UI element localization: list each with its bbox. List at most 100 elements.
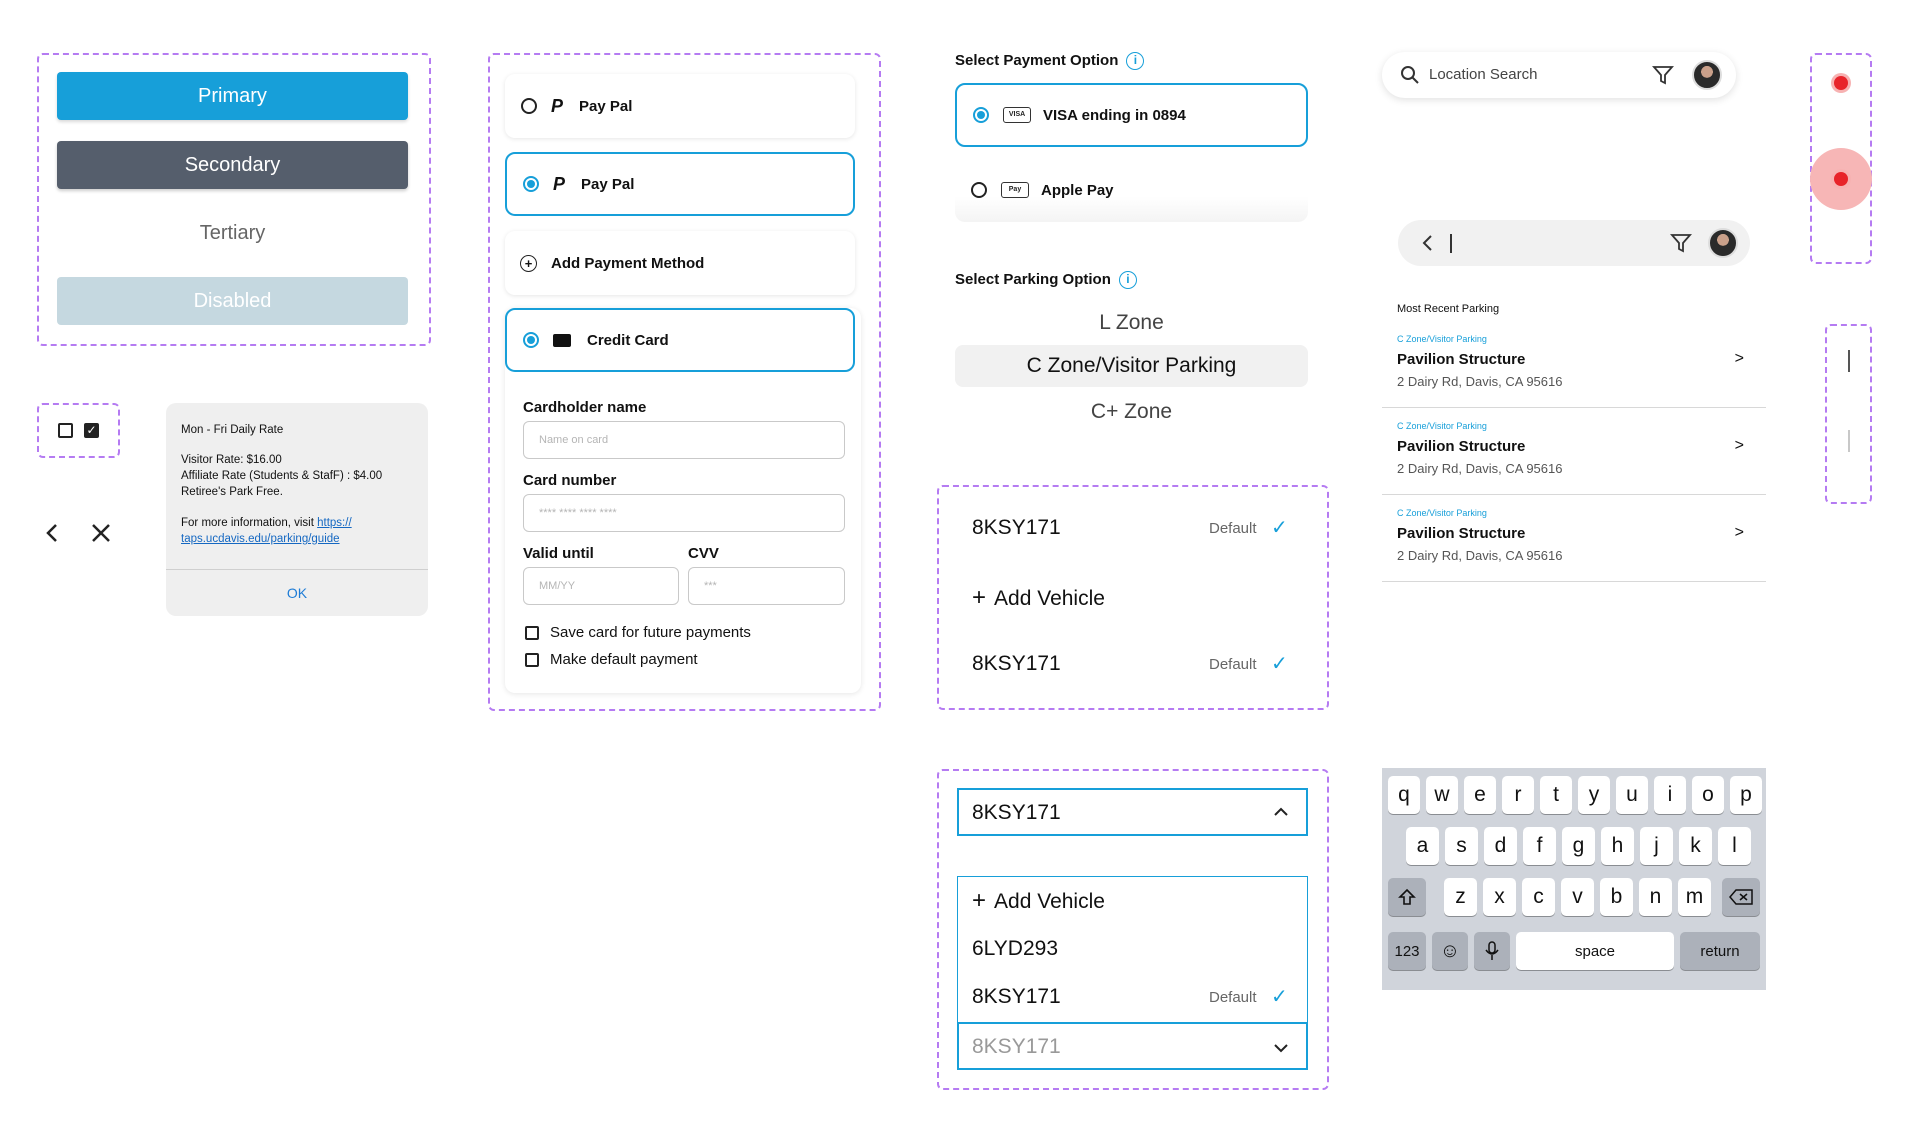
key-h[interactable]: h (1601, 827, 1634, 865)
key-x[interactable]: x (1483, 878, 1516, 916)
vehicle-dropdown[interactable]: 8KSY171 (957, 788, 1308, 836)
key-i[interactable]: i (1654, 776, 1686, 814)
key-y[interactable]: y (1578, 776, 1610, 814)
key-o[interactable]: o (1692, 776, 1724, 814)
default-payment-checkbox[interactable] (525, 653, 539, 667)
key-d[interactable]: d (1484, 827, 1517, 865)
key-k[interactable]: k (1679, 827, 1712, 865)
parking-zone-tag: C Zone/Visitor Parking (1397, 334, 1487, 344)
radio-selected[interactable] (523, 332, 539, 348)
payment-option-paypal-selected[interactable]: P Pay Pal (505, 152, 855, 216)
dropdown-add-vehicle[interactable]: + Add Vehicle (972, 887, 1105, 915)
dropdown-item[interactable]: 8KSY171 (972, 985, 1061, 1009)
key-r[interactable]: r (1502, 776, 1534, 814)
key-q[interactable]: q (1388, 776, 1420, 814)
save-card-checkbox[interactable] (525, 626, 539, 640)
filter-icon[interactable] (1652, 64, 1674, 86)
key-e[interactable]: e (1464, 776, 1496, 814)
parking-zone-tag: C Zone/Visitor Parking (1397, 508, 1487, 518)
cardholder-input[interactable]: Name on card (523, 421, 845, 459)
primary-button[interactable]: Primary (57, 72, 408, 120)
checkbox-unchecked[interactable] (58, 423, 73, 438)
search-icon (1401, 66, 1419, 84)
list-item[interactable]: C Zone/Visitor Parking Pavilion Structur… (1382, 409, 1766, 495)
key-u[interactable]: u (1616, 776, 1648, 814)
key-l[interactable]: l (1718, 827, 1751, 865)
key-z[interactable]: z (1444, 878, 1477, 916)
parking-name: Pavilion Structure (1397, 351, 1526, 368)
checkbox-frame (37, 403, 120, 458)
zone-option-c-selected[interactable]: C Zone/Visitor Parking (955, 345, 1308, 387)
shift-key[interactable] (1388, 878, 1426, 916)
dropdown-item[interactable]: 6LYD293 (972, 937, 1058, 961)
payment-option-credit-card[interactable]: Credit Card (505, 308, 855, 372)
vehicle-plate[interactable]: 8KSY171 (972, 516, 1061, 540)
payment-option-paypal[interactable]: P Pay Pal (505, 74, 855, 138)
location-search-bar[interactable]: Location Search (1382, 52, 1736, 98)
radio-unselected[interactable] (521, 98, 537, 114)
vehicle-dropdown-collapsed[interactable]: 8KSY171 (957, 1022, 1308, 1070)
key-s[interactable]: s (1445, 827, 1478, 865)
chevron-right-icon: > (1734, 350, 1744, 367)
visa-option[interactable]: VISA VISA ending in 0894 (955, 83, 1308, 147)
key-c[interactable]: c (1522, 878, 1555, 916)
secondary-button[interactable]: Secondary (57, 141, 408, 189)
valid-until-input[interactable]: MM/YY (523, 567, 679, 605)
apple-pay-label: Apple Pay (1041, 181, 1114, 199)
card-number-input[interactable]: **** **** **** **** (523, 494, 845, 532)
location-marker-icon-active[interactable] (1834, 172, 1848, 186)
list-item[interactable]: C Zone/Visitor Parking Pavilion Structur… (1382, 496, 1766, 582)
dialog-link-part1[interactable]: https:// (317, 517, 352, 529)
return-key[interactable]: return (1680, 932, 1760, 970)
radio-unselected[interactable] (971, 182, 987, 198)
info-icon[interactable]: i (1126, 52, 1145, 71)
location-marker-icon[interactable] (1834, 76, 1848, 90)
add-payment-method[interactable]: + Add Payment Method (505, 231, 855, 295)
backspace-key[interactable] (1722, 878, 1760, 916)
numbers-key[interactable]: 123 (1388, 932, 1426, 970)
key-p[interactable]: p (1730, 776, 1762, 814)
key-f[interactable]: f (1523, 827, 1556, 865)
list-item[interactable]: C Zone/Visitor Parking Pavilion Structur… (1382, 322, 1766, 408)
key-g[interactable]: g (1562, 827, 1595, 865)
chevron-up-icon[interactable] (1273, 806, 1289, 818)
zone-option-l[interactable]: L Zone (955, 302, 1308, 344)
search-bar-active[interactable] (1398, 220, 1750, 266)
key-j[interactable]: j (1640, 827, 1673, 865)
apple-pay-option[interactable]: Pay Apple Pay (955, 158, 1308, 222)
key-a[interactable]: a (1406, 827, 1439, 865)
chevron-left-icon[interactable] (44, 522, 60, 544)
dialog-link-part2[interactable]: taps.ucdavis.edu/parking/guide (181, 533, 340, 545)
vehicle-plate[interactable]: 8KSY171 (972, 652, 1061, 676)
key-t[interactable]: t (1540, 776, 1572, 814)
avatar[interactable] (1708, 228, 1738, 258)
info-icon[interactable]: i (1118, 271, 1137, 290)
add-vehicle-button[interactable]: + Add Vehicle (972, 584, 1105, 612)
scrollbar-thumb[interactable] (1848, 350, 1850, 372)
chevron-down-icon[interactable] (1273, 1042, 1289, 1054)
key-w[interactable]: w (1426, 776, 1458, 814)
space-key[interactable]: space (1516, 932, 1674, 970)
scrollbar-thumb-inactive[interactable] (1848, 430, 1850, 452)
zone-option-c-plus[interactable]: C+ Zone (955, 391, 1308, 433)
radio-selected[interactable] (973, 107, 989, 123)
avatar[interactable] (1692, 60, 1722, 90)
filter-icon[interactable] (1670, 232, 1692, 254)
search-placeholder[interactable]: Location Search (1429, 66, 1537, 83)
chevron-left-icon[interactable] (1420, 233, 1434, 253)
emoji-key[interactable]: ☺ (1432, 932, 1468, 970)
key-m[interactable]: m (1678, 878, 1711, 916)
checkbox-checked[interactable]: ✓ (84, 423, 99, 438)
paypal-icon: P (553, 173, 566, 194)
cvv-label: CVV (688, 545, 719, 562)
close-icon[interactable] (90, 522, 112, 544)
key-n[interactable]: n (1639, 878, 1672, 916)
cvv-input[interactable]: *** (688, 567, 845, 605)
key-b[interactable]: b (1600, 878, 1633, 916)
radio-selected[interactable] (523, 176, 539, 192)
tertiary-button[interactable]: Tertiary (57, 209, 408, 257)
cardholder-label: Cardholder name (523, 399, 647, 416)
dialog-ok-button[interactable]: OK (166, 585, 428, 601)
key-v[interactable]: v (1561, 878, 1594, 916)
microphone-key[interactable] (1474, 932, 1510, 970)
